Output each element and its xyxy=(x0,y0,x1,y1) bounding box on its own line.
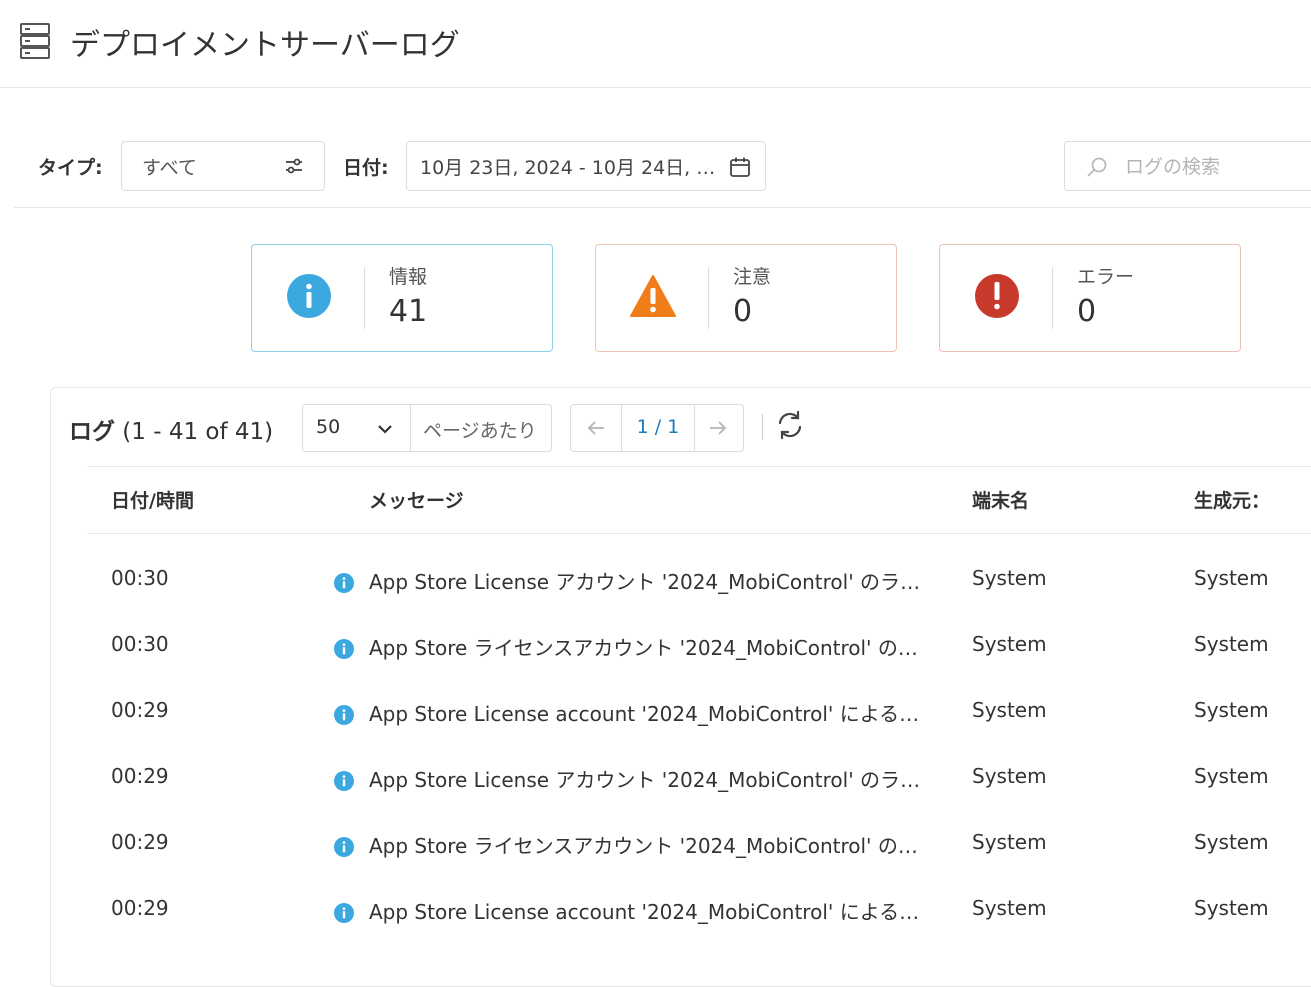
error-icon xyxy=(975,274,1019,318)
page-title: デプロイメントサーバーログ xyxy=(70,28,460,63)
row-source: System xyxy=(1194,896,1269,920)
type-filter-value: すべて xyxy=(142,157,197,179)
info-count: 41 xyxy=(389,294,428,329)
info-icon xyxy=(334,573,354,593)
row-time: 00:30 xyxy=(111,632,169,656)
row-time: 00:29 xyxy=(111,698,169,722)
info-icon xyxy=(334,771,354,791)
previous-page-icon[interactable] xyxy=(571,405,621,451)
row-message: App Store License account '2024_MobiCont… xyxy=(369,900,925,924)
next-page-icon[interactable] xyxy=(693,405,743,451)
calendar-icon xyxy=(730,157,750,177)
warning-label: 注意 xyxy=(733,266,772,288)
per-page-select[interactable]: 50 ページあたり xyxy=(302,404,552,452)
row-device: System xyxy=(972,566,1047,590)
type-filter-select[interactable]: すべて xyxy=(121,141,325,191)
per-page-label: ページあたり xyxy=(423,420,537,442)
info-icon xyxy=(334,705,354,725)
filter-divider xyxy=(14,207,1311,208)
sliders-icon xyxy=(286,158,302,174)
pagination: 1 / 1 xyxy=(570,404,744,452)
warning-count: 0 xyxy=(733,294,753,329)
header-divider xyxy=(0,87,1311,88)
column-header-message[interactable]: メッセージ xyxy=(369,486,464,513)
date-range-value: 10月 23日, 2024 - 10月 24日, 2024 xyxy=(420,157,720,179)
server-icon xyxy=(20,23,50,59)
search-icon xyxy=(1087,157,1107,177)
row-device: System xyxy=(972,764,1047,788)
error-count-card[interactable]: エラー 0 xyxy=(939,244,1241,352)
row-message: App Store License アカウント '2024_MobiContro… xyxy=(369,570,925,594)
table-row[interactable]: 00:29 App Store ライセンスアカウント '2024_MobiCon… xyxy=(87,812,1311,878)
row-time: 00:29 xyxy=(111,764,169,788)
info-count-card[interactable]: 情報 41 xyxy=(251,244,553,352)
info-icon xyxy=(334,837,354,857)
table-row[interactable]: 00:30 App Store ライセンスアカウント '2024_MobiCon… xyxy=(87,614,1311,680)
row-message: App Store License アカウント '2024_MobiContro… xyxy=(369,768,925,792)
log-search[interactable] xyxy=(1064,141,1311,191)
table-top-border xyxy=(87,466,1311,467)
column-header-datetime[interactable]: 日付/時間 xyxy=(111,486,194,513)
row-message: App Store ライセンスアカウント '2024_MobiControl' … xyxy=(369,834,925,858)
table-row[interactable]: 00:30 App Store License アカウント '2024_Mobi… xyxy=(87,548,1311,614)
table-header-border xyxy=(87,533,1311,534)
warning-icon xyxy=(630,275,676,317)
log-search-input[interactable] xyxy=(1123,151,1307,183)
row-source: System xyxy=(1194,632,1269,656)
row-message: App Store ライセンスアカウント '2024_MobiControl' … xyxy=(369,636,925,660)
table-row[interactable]: 00:29 App Store License account '2024_Mo… xyxy=(87,680,1311,746)
per-page-value: 50 xyxy=(316,416,341,438)
table-row[interactable]: 00:29 App Store License アカウント '2024_Mobi… xyxy=(87,746,1311,812)
chevron-down-icon xyxy=(378,425,392,434)
warning-count-card[interactable]: 注意 0 xyxy=(595,244,897,352)
refresh-icon[interactable] xyxy=(775,410,805,440)
column-header-device[interactable]: 端末名 xyxy=(972,486,1029,513)
row-device: System xyxy=(972,632,1047,656)
row-device: System xyxy=(972,830,1047,854)
info-icon xyxy=(334,903,354,923)
type-filter-label: タイプ: xyxy=(38,157,103,179)
row-device: System xyxy=(972,698,1047,722)
error-count: 0 xyxy=(1077,294,1097,329)
row-message: App Store License account '2024_MobiCont… xyxy=(369,702,925,726)
table-row[interactable]: 00:29 App Store License account '2024_Mo… xyxy=(87,878,1311,944)
date-range-picker[interactable]: 10月 23日, 2024 - 10月 24日, 2024 xyxy=(406,141,766,191)
log-title: ログ (1 - 41 of 41) xyxy=(69,419,274,445)
row-source: System xyxy=(1194,764,1269,788)
row-source: System xyxy=(1194,830,1269,854)
page-indicator: 1 / 1 xyxy=(636,416,680,438)
info-icon xyxy=(287,274,331,318)
info-icon xyxy=(334,639,354,659)
row-device: System xyxy=(972,896,1047,920)
row-time: 00:30 xyxy=(111,566,169,590)
column-header-source[interactable]: 生成元： xyxy=(1194,486,1270,513)
row-source: System xyxy=(1194,698,1269,722)
error-label: エラー xyxy=(1077,266,1135,288)
row-time: 00:29 xyxy=(111,830,169,854)
info-label: 情報 xyxy=(389,266,428,288)
date-filter-label: 日付: xyxy=(343,157,389,179)
row-source: System xyxy=(1194,566,1269,590)
toolbar-separator xyxy=(762,414,763,440)
row-time: 00:29 xyxy=(111,896,169,920)
